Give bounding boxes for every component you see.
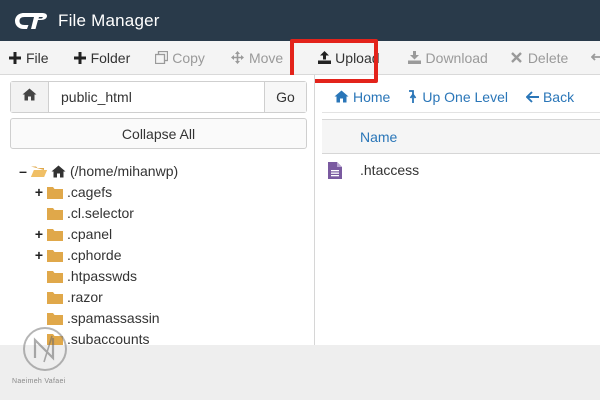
tree-item[interactable]: + .cphorde (34, 245, 122, 265)
watermark: Naeimeh Vafaei (12, 326, 72, 392)
download-button[interactable]: Download (400, 41, 496, 74)
tree-item[interactable]: + .cpanel (34, 224, 112, 244)
copy-button[interactable]: Copy (146, 41, 213, 74)
path-bar: Go (10, 81, 307, 113)
tree-item[interactable]: + .cagefs (34, 182, 112, 202)
cpanel-logo-icon (14, 10, 48, 32)
expand-toggle-icon[interactable]: + (34, 226, 44, 242)
folder-icon (47, 270, 63, 283)
upload-label: Upload (335, 49, 380, 66)
home-directory-button[interactable] (11, 82, 49, 112)
folder-icon (47, 312, 63, 325)
up-one-level-button[interactable]: Up One Level (396, 89, 514, 105)
download-icon (408, 51, 422, 65)
copy-label: Copy (172, 49, 205, 66)
move-button[interactable]: Move (223, 41, 291, 74)
tree-item-label: .cpanel (67, 226, 113, 242)
upload-button[interactable]: Upload (309, 41, 387, 74)
undo-icon (590, 51, 600, 65)
plus-icon (8, 51, 22, 65)
navigation-bar: Home Up One Level Back (322, 81, 600, 113)
delete-button[interactable]: Delete (502, 41, 576, 74)
folder-open-icon (31, 165, 47, 178)
folder-icon (47, 186, 63, 199)
home-icon (334, 90, 349, 103)
tree-item-label: .htpasswds (67, 268, 138, 284)
back-label: Back (542, 88, 575, 105)
delete-label: Delete (527, 49, 569, 66)
folder-icon (47, 291, 63, 304)
upload-icon (317, 51, 331, 65)
back-button[interactable]: Back (514, 89, 580, 105)
table-row[interactable]: .htaccess (322, 154, 600, 186)
table-header: Name (322, 120, 600, 154)
path-input[interactable] (49, 82, 264, 112)
tree-item-label: .razor (67, 289, 103, 305)
plus-icon (73, 51, 87, 65)
toolbar: File Folder Copy Move Upload Download De… (0, 41, 600, 75)
expand-toggle-icon[interactable]: + (34, 184, 44, 200)
move-arrows-icon (231, 51, 245, 65)
tree-item-label: .cagefs (67, 184, 113, 200)
tree-item-label: .spamassassin (67, 310, 160, 326)
download-label: Download (425, 49, 488, 66)
directory-pane: Go Collapse All – (/home/mihanwp) + .cag… (0, 75, 315, 347)
new-file-button[interactable]: File (0, 41, 57, 74)
tree-item-label: .cl.selector (67, 205, 134, 221)
collapse-all-button[interactable]: Collapse All (10, 118, 307, 149)
level-up-icon (408, 89, 418, 104)
new-folder-button[interactable]: Folder (65, 41, 139, 74)
tree-item[interactable]: .htpasswds (34, 266, 137, 286)
tree-item[interactable]: .razor (34, 287, 103, 307)
up-one-level-label: Up One Level (422, 88, 508, 105)
tree-item[interactable]: .spamassassin (34, 308, 160, 328)
app-header: File Manager (0, 0, 600, 41)
watermark-logo-icon (22, 326, 68, 372)
folder-icon (47, 228, 63, 241)
file-name: .htaccess (360, 162, 420, 178)
go-button[interactable]: Go (264, 82, 306, 112)
tree-item[interactable]: .cl.selector (34, 203, 134, 223)
home-nav-button[interactable]: Home (322, 89, 396, 105)
new-folder-label: Folder (90, 49, 131, 66)
column-header-name[interactable]: Name (360, 129, 397, 145)
restore-button[interactable] (582, 41, 600, 74)
watermark-text: Naeimeh Vafaei (12, 378, 66, 385)
expand-toggle-icon[interactable]: + (34, 247, 44, 263)
folder-icon (47, 249, 63, 262)
new-file-label: File (26, 49, 49, 66)
file-list-pane: Home Up One Level Back Name .htaccess (322, 75, 600, 345)
file-text-icon (328, 161, 342, 179)
close-icon (510, 51, 524, 65)
collapse-toggle-icon[interactable]: – (18, 163, 28, 179)
tree-root[interactable]: – (/home/mihanwp) (18, 161, 178, 181)
file-table: Name .htaccess (322, 119, 600, 186)
home-nav-label: Home (353, 88, 391, 105)
footer-area (0, 345, 600, 400)
arrow-left-icon (525, 90, 539, 103)
tree-item-label: .cphorde (67, 247, 122, 263)
folder-icon (47, 207, 63, 220)
copy-icon (154, 51, 168, 65)
tree-root-label: (/home/mihanwp) (70, 163, 179, 179)
move-label: Move (248, 49, 284, 66)
home-icon (22, 88, 37, 106)
home-icon (51, 165, 66, 178)
page-title: File Manager (58, 10, 160, 30)
